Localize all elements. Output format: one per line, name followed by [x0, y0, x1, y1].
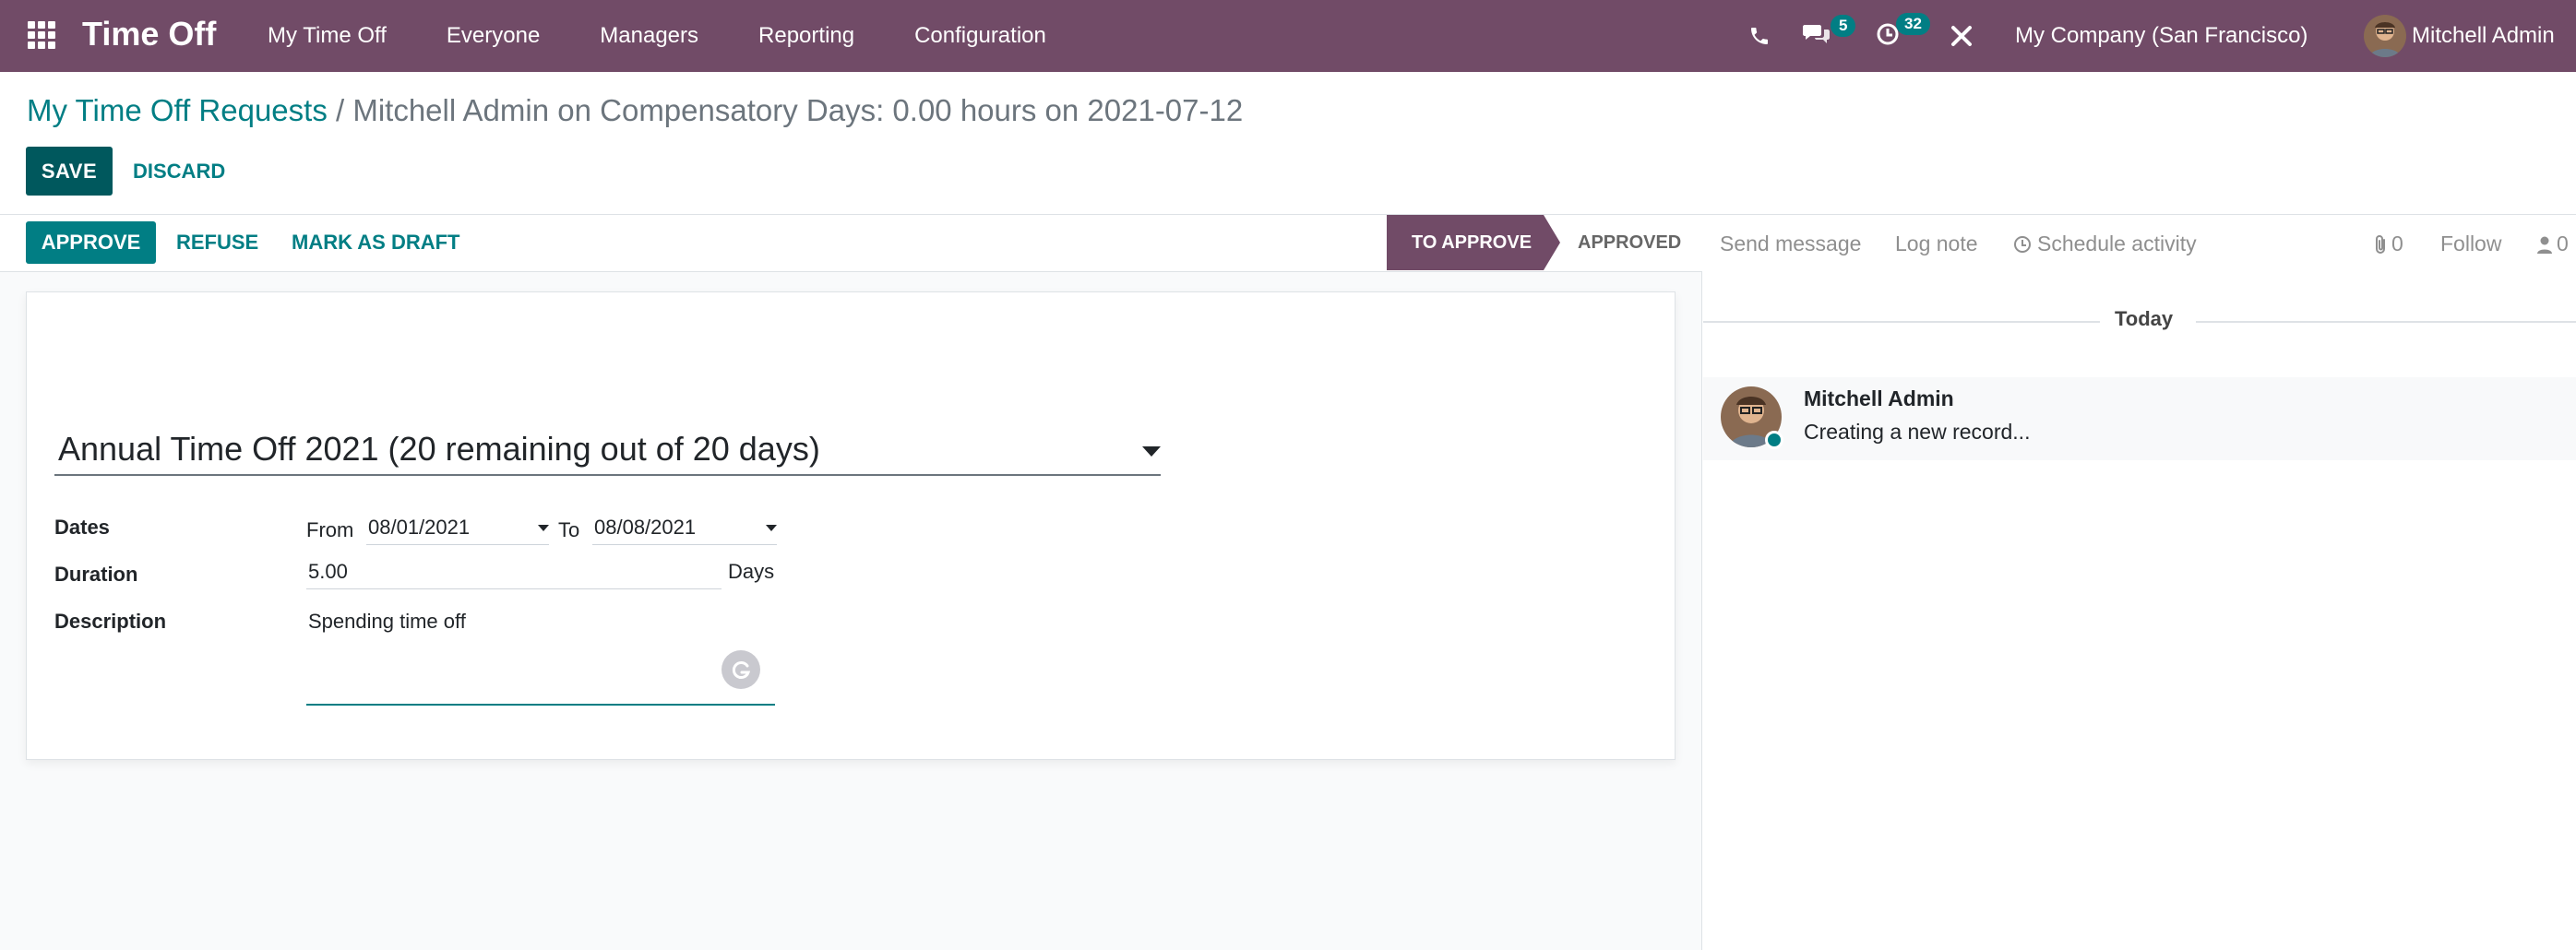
menu-my-time-off[interactable]: My Time Off — [268, 0, 387, 72]
discard-button[interactable]: DISCARD — [133, 147, 225, 196]
user-icon — [2536, 235, 2553, 254]
chatter: Send message Log note Schedule activity … — [1703, 215, 2576, 950]
user-menu[interactable]: Mitchell Admin — [2364, 0, 2555, 72]
description-field[interactable]: Spending time off — [306, 604, 775, 706]
tools-icon[interactable] — [1950, 0, 1974, 72]
schedule-activity-button[interactable]: Schedule activity — [2013, 232, 2197, 256]
log-note-button[interactable]: Log note — [1895, 232, 1978, 256]
user-name: Mitchell Admin — [2412, 23, 2555, 48]
avatar — [2364, 15, 2406, 57]
form-sheet: Annual Time Off 2021 (20 remaining out o… — [26, 291, 1676, 760]
messages-count-badge: 5 — [1831, 15, 1856, 37]
duration-unit: Days — [728, 560, 775, 583]
message-body: Creating a new record... — [1804, 420, 2031, 444]
chat-bubbles-icon — [1803, 22, 1831, 51]
menu-everyone[interactable]: Everyone — [447, 0, 540, 72]
chevron-down-icon — [1142, 446, 1161, 457]
date-separator: Today — [2115, 307, 2174, 330]
followers-button[interactable]: 0 — [2536, 232, 2569, 256]
description-label: Description — [54, 610, 167, 633]
breadcrumb-current: Mitchell Admin on Compensatory Days: 0.0… — [352, 93, 1244, 127]
chevron-down-icon — [538, 525, 549, 531]
stage-approved[interactable]: APPROVED — [1578, 215, 1681, 270]
clock-icon — [2013, 235, 2032, 254]
from-label: From — [306, 518, 354, 541]
menu-reporting[interactable]: Reporting — [758, 0, 854, 72]
chevron-down-icon — [766, 525, 777, 531]
approve-button[interactable]: APPROVE — [26, 221, 156, 264]
leave-type-select[interactable]: Annual Time Off 2021 (20 remaining out o… — [54, 426, 1161, 476]
follow-button[interactable]: Follow — [2440, 232, 2501, 256]
mark-as-draft-button[interactable]: MARK AS DRAFT — [292, 221, 460, 264]
refuse-button[interactable]: REFUSE — [176, 221, 258, 264]
grammarly-icon[interactable] — [722, 650, 760, 689]
menu-configuration[interactable]: Configuration — [914, 0, 1046, 72]
menu-managers[interactable]: Managers — [600, 0, 698, 72]
message-item: Mitchell Admin Creating a new record... — [1703, 377, 2576, 460]
duration-input[interactable]: 5.00 — [306, 556, 722, 589]
divider — [1703, 321, 2100, 323]
leave-type-value: Annual Time Off 2021 (20 remaining out o… — [58, 430, 820, 468]
send-message-button[interactable]: Send message — [1720, 232, 1861, 256]
breadcrumb-parent[interactable]: My Time Off Requests — [27, 93, 328, 127]
date-from-value: 08/01/2021 — [368, 516, 471, 539]
date-to-field[interactable]: 08/08/2021 — [592, 514, 777, 545]
to-label: To — [558, 518, 580, 541]
message-author[interactable]: Mitchell Admin — [1804, 386, 1954, 411]
save-button[interactable]: SAVE — [26, 147, 113, 196]
company-switcher[interactable]: My Company (San Francisco) — [2015, 0, 2308, 72]
description-value: Spending time off — [308, 610, 466, 633]
phone-icon[interactable] — [1748, 0, 1771, 72]
breadcrumb: My Time Off Requests / Mitchell Admin on… — [27, 90, 1243, 131]
duration-label: Duration — [54, 563, 138, 586]
duration-value: 5.00 — [308, 560, 348, 583]
breadcrumb-separator: / — [336, 93, 345, 127]
online-status-icon — [1765, 431, 1783, 449]
activities-button[interactable]: 32 — [1876, 0, 1930, 72]
messages-button[interactable]: 5 — [1803, 0, 1856, 72]
stage-arrow — [1544, 215, 1560, 270]
paperclip-icon — [2373, 234, 2388, 255]
schedule-activity-label: Schedule activity — [2037, 232, 2197, 255]
main-menu: My Time Off Everyone Managers Reporting … — [268, 0, 1106, 72]
date-to-value: 08/08/2021 — [594, 516, 697, 539]
divider — [2196, 321, 2576, 323]
stage-to-approve[interactable]: TO APPROVE — [1387, 215, 1544, 270]
app-name[interactable]: Time Off — [82, 13, 216, 55]
grid-icon[interactable] — [26, 19, 57, 51]
dates-label: Dates — [54, 516, 110, 539]
attachments-button[interactable]: 0 — [2373, 232, 2403, 256]
date-from-field[interactable]: 08/01/2021 — [366, 514, 549, 545]
status-bar: APPROVE REFUSE MARK AS DRAFT TO APPROVE … — [0, 215, 1702, 272]
followers-count: 0 — [2557, 232, 2569, 255]
top-navbar: Time Off My Time Off Everyone Managers R… — [0, 0, 2576, 72]
attachments-count: 0 — [2391, 232, 2403, 255]
activities-count-badge: 32 — [1896, 13, 1930, 35]
